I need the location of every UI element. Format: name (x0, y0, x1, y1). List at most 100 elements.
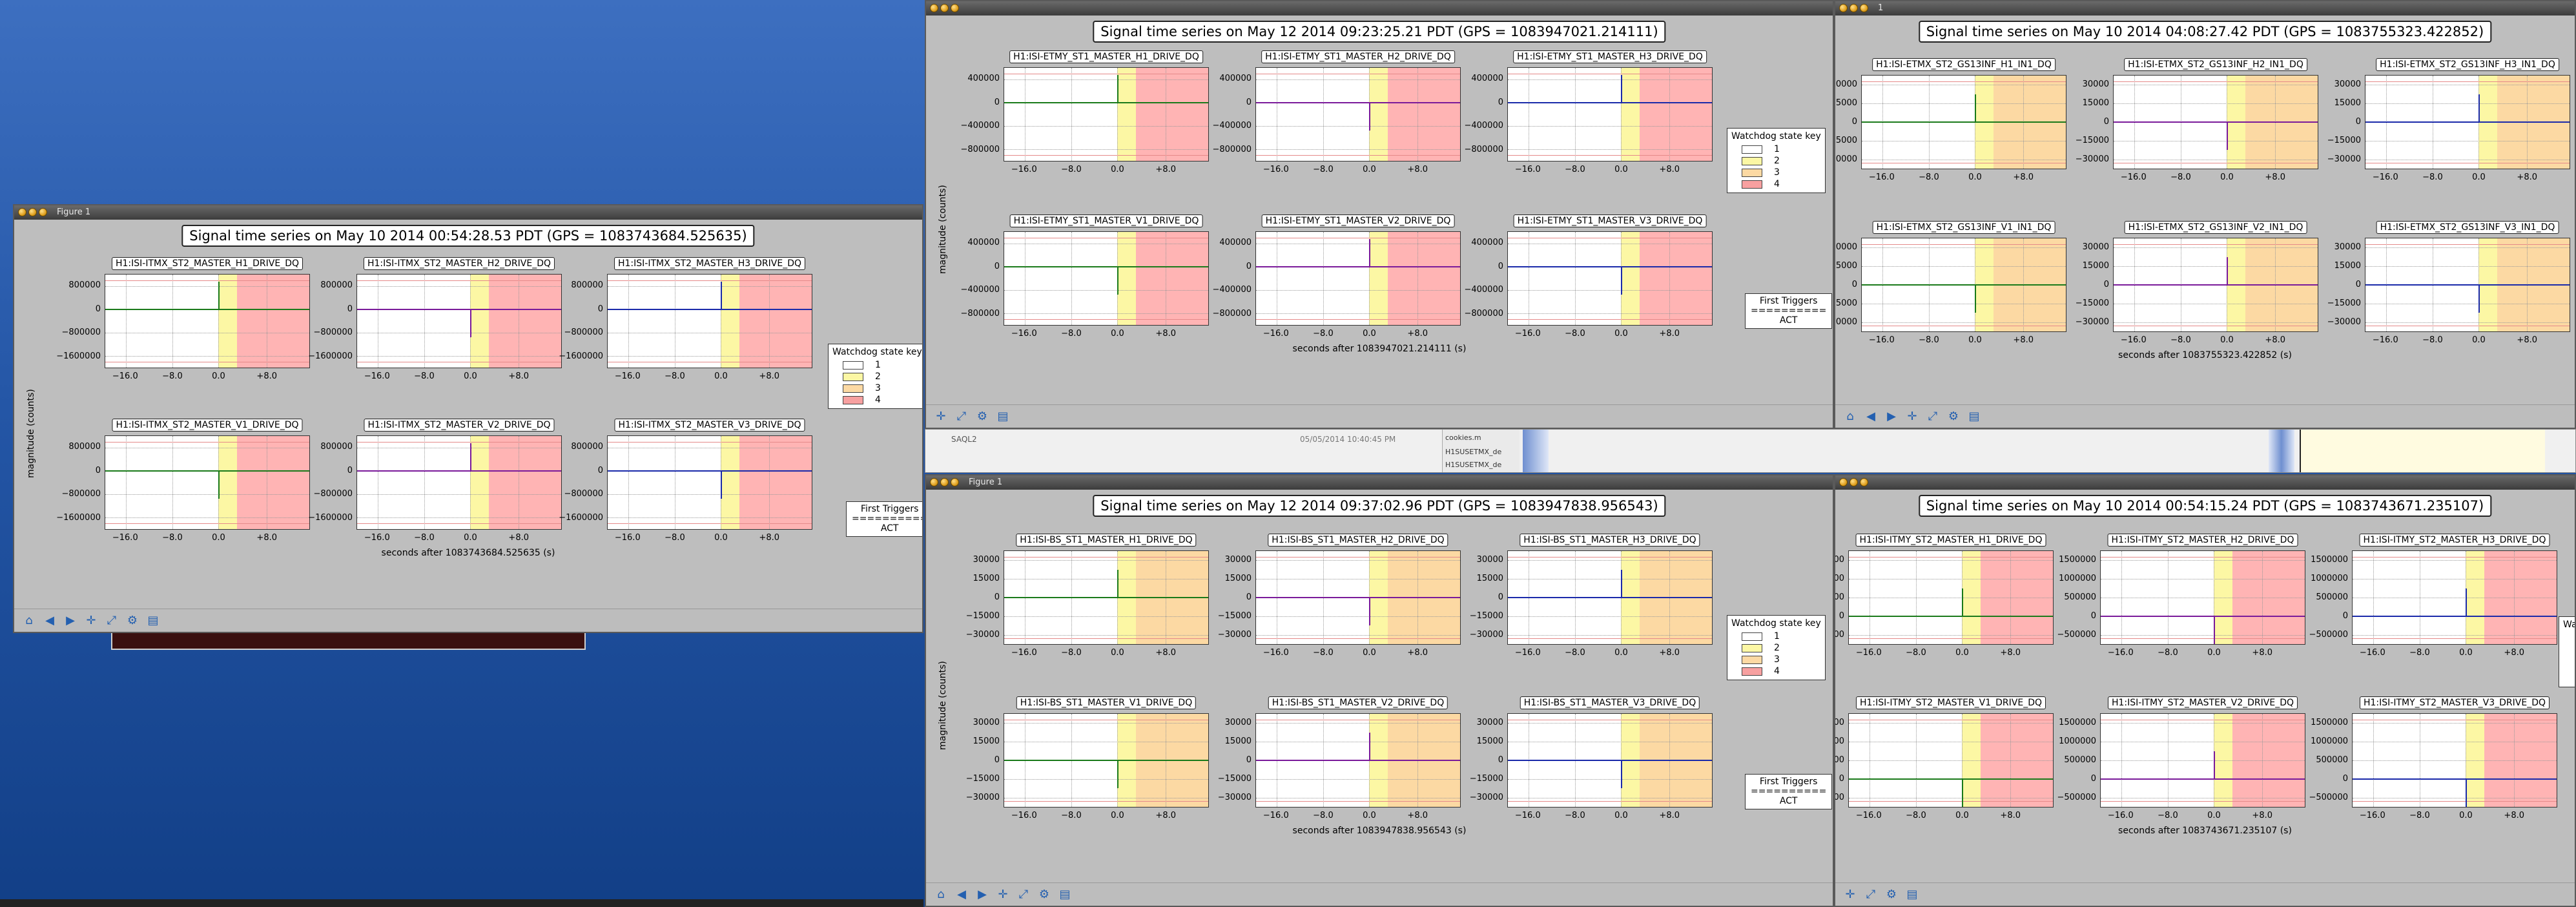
plot-axes[interactable] (1004, 550, 1209, 645)
zoom-icon[interactable]: ⤢ (953, 408, 970, 425)
zoom-icon[interactable]: ⤢ (103, 612, 120, 629)
plot-axes[interactable] (2352, 550, 2557, 645)
save-icon[interactable]: ▤ (145, 612, 161, 629)
plot-axes[interactable] (1848, 550, 2054, 645)
home-icon[interactable]: ⌂ (1842, 408, 1859, 425)
x-tick-label: −16.0 (1011, 329, 1037, 339)
y-tick-label: −500000 (1834, 630, 1844, 640)
task-strip-file[interactable]: H1SUSETMX_de (1445, 448, 1501, 456)
back-icon[interactable]: ◀ (1862, 408, 1879, 425)
plot-axes[interactable] (356, 274, 562, 368)
close-button[interactable] (951, 4, 959, 12)
plot-axes[interactable] (1507, 67, 1713, 162)
threshold-line (2365, 81, 2570, 82)
plot-axes[interactable] (1507, 231, 1713, 326)
configure-icon[interactable]: ⚙ (1883, 886, 1900, 903)
window-titlebar[interactable] (926, 1, 1833, 16)
plot-axes[interactable] (1861, 75, 2066, 169)
minimize-button[interactable] (930, 478, 938, 486)
save-icon[interactable]: ▤ (1056, 886, 1073, 903)
pan-icon[interactable]: ✛ (1842, 886, 1859, 903)
minimize-button[interactable] (18, 208, 26, 216)
plot-axes[interactable] (1507, 550, 1713, 645)
configure-icon[interactable]: ⚙ (1036, 886, 1053, 903)
plot-axes[interactable] (1861, 238, 2066, 332)
close-button[interactable] (1860, 4, 1868, 12)
task-strip-item[interactable]: SAQL2 (951, 435, 977, 444)
plot-axes[interactable] (105, 435, 310, 530)
configure-icon[interactable]: ⚙ (124, 612, 141, 629)
plot-axes[interactable] (607, 274, 812, 368)
plot-axes[interactable] (2365, 238, 2570, 332)
home-icon[interactable]: ⌂ (933, 886, 949, 903)
configure-icon[interactable]: ⚙ (974, 408, 991, 425)
maximize-button[interactable] (1850, 478, 1858, 486)
window-titlebar[interactable]: 1 (1835, 1, 2575, 16)
close-button[interactable] (39, 208, 47, 216)
y-gridline (1256, 149, 1460, 150)
plot-axes[interactable] (1004, 231, 1209, 326)
minimize-button[interactable] (1839, 4, 1848, 12)
plot-axes[interactable] (1004, 67, 1209, 162)
plot-axes[interactable] (356, 435, 562, 530)
plot-axes[interactable] (1848, 713, 2054, 808)
plot-axes[interactable] (2352, 713, 2557, 808)
figure-window-fig-etmy[interactable]: Signal time series on May 12 2014 09:23:… (925, 0, 1834, 429)
close-button[interactable] (951, 478, 959, 486)
figure-window-fig-etmx[interactable]: 1 Signal time series on May 10 2014 04:08… (1834, 0, 2576, 429)
threshold-line (2365, 244, 2570, 245)
maximize-button[interactable] (1850, 4, 1858, 12)
forward-icon[interactable]: ▶ (974, 886, 991, 903)
maximize-button[interactable] (28, 208, 37, 216)
zoom-icon[interactable]: ⤢ (1015, 886, 1032, 903)
pan-icon[interactable]: ✛ (1904, 408, 1921, 425)
task-strip-file[interactable]: H1SUSETMX_de (1445, 461, 1501, 469)
plot-axes[interactable] (2113, 238, 2318, 332)
x-tick-label: 0.0 (1955, 648, 1969, 658)
figure-window-fig-itmx[interactable]: Figure 1 Signal time series on May 10 201… (13, 204, 923, 633)
maximize-button[interactable] (940, 478, 949, 486)
zoom-icon[interactable]: ⤢ (1924, 408, 1941, 425)
figure-window-fig-itmy[interactable]: Signal time series on May 10 2014 00:54:… (1834, 474, 2576, 907)
figure-window-fig-bs[interactable]: Figure 1 Signal time series on May 12 201… (925, 474, 1834, 907)
task-strip-file[interactable]: cookies.m (1445, 433, 1481, 442)
x-tick-label: 0.0 (464, 533, 477, 543)
configure-icon[interactable]: ⚙ (1945, 408, 1962, 425)
window-titlebar[interactable]: Figure 1 (926, 475, 1833, 490)
window-titlebar[interactable]: Figure 1 (14, 205, 922, 220)
x-tick-label: +8.0 (2000, 648, 2021, 658)
close-button[interactable] (1860, 478, 1868, 486)
maximize-button[interactable] (940, 4, 949, 12)
back-icon[interactable]: ◀ (41, 612, 58, 629)
plot-axes[interactable] (1255, 231, 1461, 326)
plot-axes[interactable] (1255, 67, 1461, 162)
subplot-title: H1:ISI-BS_ST1_MASTER_V3_DRIVE_DQ (1520, 696, 1700, 709)
plot-axes[interactable] (2100, 550, 2305, 645)
window-titlebar[interactable] (1835, 475, 2575, 490)
save-icon[interactable]: ▤ (1966, 408, 1983, 425)
plot-axes[interactable] (1255, 713, 1461, 808)
pan-icon[interactable]: ✛ (994, 886, 1011, 903)
plot-axes[interactable] (105, 274, 310, 368)
minimize-button[interactable] (930, 4, 938, 12)
forward-icon[interactable]: ▶ (1883, 408, 1900, 425)
back-icon[interactable]: ◀ (953, 886, 970, 903)
plot-axes[interactable] (2113, 75, 2318, 169)
zoom-icon[interactable]: ⤢ (1862, 886, 1879, 903)
home-icon[interactable]: ⌂ (21, 612, 37, 629)
plot-axes[interactable] (1255, 550, 1461, 645)
minimize-button[interactable] (1839, 478, 1848, 486)
signal-spike (218, 471, 220, 499)
plot-axes[interactable] (2365, 75, 2570, 169)
plot-axes[interactable] (2100, 713, 2305, 808)
x-tick-label: −16.0 (1011, 811, 1037, 820)
pan-icon[interactable]: ✛ (83, 612, 99, 629)
y-gridline (2365, 103, 2570, 105)
save-icon[interactable]: ▤ (1904, 886, 1921, 903)
save-icon[interactable]: ▤ (994, 408, 1011, 425)
forward-icon[interactable]: ▶ (62, 612, 79, 629)
plot-axes[interactable] (1004, 713, 1209, 808)
plot-axes[interactable] (1507, 713, 1713, 808)
pan-icon[interactable]: ✛ (933, 408, 949, 425)
plot-axes[interactable] (607, 435, 812, 530)
